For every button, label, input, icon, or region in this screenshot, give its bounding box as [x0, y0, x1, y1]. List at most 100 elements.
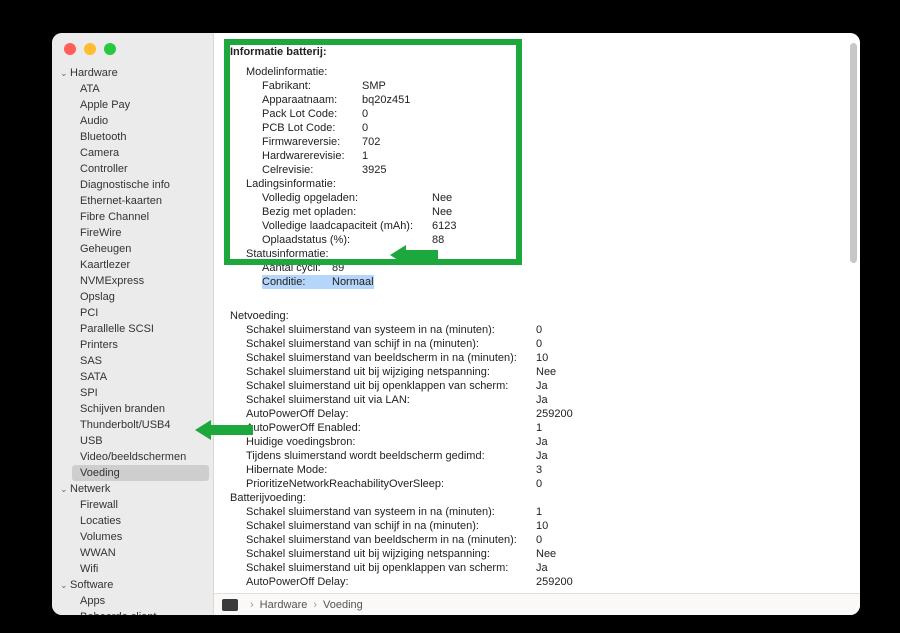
close-icon[interactable]: [64, 43, 76, 55]
sidebar-item-beheerde-client[interactable]: Beheerde client: [54, 609, 213, 615]
table-key: AutoPowerOff Delay:: [246, 407, 536, 421]
cycles-value: 89: [332, 261, 344, 275]
path-hardware[interactable]: Hardware: [260, 599, 308, 611]
table-key: Hibernate Mode:: [246, 463, 536, 477]
table-row: PCB Lot Code:0: [230, 121, 844, 135]
sidebar-section-netwerk[interactable]: ⌄Netwerk: [54, 481, 213, 497]
table-value: 6123: [432, 219, 456, 233]
sidebar: ⌄HardwareATAApple PayAudioBluetoothCamer…: [52, 33, 214, 615]
table-value: 3925: [362, 163, 386, 177]
sidebar-section-software[interactable]: ⌄Software: [54, 577, 213, 593]
sidebar-item-bluetooth[interactable]: Bluetooth: [54, 129, 213, 145]
table-value: 1: [536, 505, 542, 519]
table-row: Schakel sluimerstand van systeem in na (…: [230, 505, 844, 519]
table-row: Schakel sluimerstand uit bij wijziging n…: [230, 365, 844, 379]
table-key: AutoPowerOff Delay:: [246, 575, 536, 589]
scrollbar[interactable]: [850, 43, 857, 263]
sidebar-item-spi[interactable]: SPI: [54, 385, 213, 401]
table-value: 10: [536, 519, 548, 533]
table-value: 88: [432, 233, 444, 247]
battery-info-heading: Informatie batterij:: [230, 45, 844, 59]
sidebar-item-thunderbolt-usb4[interactable]: Thunderbolt/USB4: [54, 417, 213, 433]
sidebar-item-video-beeldschermen[interactable]: Video/beeldschermen: [54, 449, 213, 465]
table-key: Schakel sluimerstand van schijf in na (m…: [246, 519, 536, 533]
sidebar-section-hardware[interactable]: ⌄Hardware: [54, 65, 213, 81]
table-row: Celrevisie:3925: [230, 163, 844, 177]
table-row: Schakel sluimerstand van schijf in na (m…: [230, 519, 844, 533]
table-row: Firmwareversie:702: [230, 135, 844, 149]
sidebar-item-firewire[interactable]: FireWire: [54, 225, 213, 241]
device-icon: [222, 599, 238, 611]
path-sep-icon: ›: [250, 599, 254, 611]
sidebar-item-fibre-channel[interactable]: Fibre Channel: [54, 209, 213, 225]
table-row: Volledige laadcapaciteit (mAh):6123: [230, 219, 844, 233]
sidebar-item-apps[interactable]: Apps: [54, 593, 213, 609]
path-voeding[interactable]: Voeding: [323, 599, 363, 611]
sidebar-item-pci[interactable]: PCI: [54, 305, 213, 321]
table-value: bq20z451: [362, 93, 410, 107]
sidebar-item-kaartlezer[interactable]: Kaartlezer: [54, 257, 213, 273]
sidebar-item-nvmexpress[interactable]: NVMExpress: [54, 273, 213, 289]
table-key: PCB Lot Code:: [262, 121, 362, 135]
table-value: 0: [536, 477, 542, 491]
sidebar-item-camera[interactable]: Camera: [54, 145, 213, 161]
table-key: Tijdens sluimerstand wordt beeldscherm g…: [246, 449, 536, 463]
sidebar-item-apple-pay[interactable]: Apple Pay: [54, 97, 213, 113]
sidebar-item-audio[interactable]: Audio: [54, 113, 213, 129]
condition-value: Normaal: [332, 275, 374, 289]
window-controls: [64, 43, 116, 55]
condition-row: Conditie: Normaal: [230, 275, 844, 289]
chevron-down-icon: ⌄: [60, 66, 68, 80]
cycles-key: Aantal cycli:: [262, 261, 332, 275]
sidebar-item-parallelle-scsi[interactable]: Parallelle SCSI: [54, 321, 213, 337]
table-value: 259200: [536, 575, 573, 589]
minimize-icon[interactable]: [84, 43, 96, 55]
table-key: Hardwarerevisie:: [262, 149, 362, 163]
table-row: Pack Lot Code:0: [230, 107, 844, 121]
table-value: 1: [536, 421, 542, 435]
table-value: 259200: [536, 407, 573, 421]
table-key: Schakel sluimerstand van systeem in na (…: [246, 505, 536, 519]
table-key: Firmwareversie:: [262, 135, 362, 149]
table-key: Schakel sluimerstand van beeldscherm in …: [246, 533, 536, 547]
table-value: Ja: [536, 379, 548, 393]
table-value: Nee: [432, 191, 452, 205]
sidebar-item-printers[interactable]: Printers: [54, 337, 213, 353]
table-value: 10: [536, 351, 548, 365]
table-row: Schakel sluimerstand van beeldscherm in …: [230, 533, 844, 547]
sidebar-item-ata[interactable]: ATA: [54, 81, 213, 97]
sidebar-item-voeding[interactable]: Voeding: [72, 465, 209, 481]
table-key: PrioritizeNetworkReachabilityOverSleep:: [246, 477, 536, 491]
table-value: 702: [362, 135, 380, 149]
sidebar-item-controller[interactable]: Controller: [54, 161, 213, 177]
table-row: Tijdens sluimerstand wordt beeldscherm g…: [230, 449, 844, 463]
content-pane: Informatie batterij: Modelinformatie: Fa…: [214, 33, 860, 615]
sidebar-item-wwan[interactable]: WWAN: [54, 545, 213, 561]
table-row: Schakel sluimerstand van beeldscherm in …: [230, 351, 844, 365]
sidebar-item-wifi[interactable]: Wifi: [54, 561, 213, 577]
table-row: AutoPowerOff Delay:259200: [230, 575, 844, 589]
zoom-icon[interactable]: [104, 43, 116, 55]
sidebar-item-locaties[interactable]: Locaties: [54, 513, 213, 529]
table-row: Schakel sluimerstand van systeem in na (…: [230, 323, 844, 337]
table-key: Apparaatnaam:: [262, 93, 362, 107]
sidebar-item-firewall[interactable]: Firewall: [54, 497, 213, 513]
table-value: 0: [362, 107, 368, 121]
chevron-down-icon: ⌄: [60, 578, 68, 592]
sidebar-item-sata[interactable]: SATA: [54, 369, 213, 385]
table-value: 0: [536, 337, 542, 351]
table-row: Hardwarerevisie:1: [230, 149, 844, 163]
sidebar-item-sas[interactable]: SAS: [54, 353, 213, 369]
chevron-down-icon: ⌄: [60, 482, 68, 496]
sidebar-item-geheugen[interactable]: Geheugen: [54, 241, 213, 257]
table-row: AutoPowerOff Enabled:1: [230, 421, 844, 435]
sidebar-item-usb[interactable]: USB: [54, 433, 213, 449]
condition-key: Conditie:: [262, 275, 332, 289]
sidebar-item-volumes[interactable]: Volumes: [54, 529, 213, 545]
table-value: Ja: [536, 561, 548, 575]
sidebar-item-schijven-branden[interactable]: Schijven branden: [54, 401, 213, 417]
sidebar-item-opslag[interactable]: Opslag: [54, 289, 213, 305]
sidebar-item-diagnostische-info[interactable]: Diagnostische info: [54, 177, 213, 193]
table-value: 1: [362, 149, 368, 163]
sidebar-item-ethernet-kaarten[interactable]: Ethernet-kaarten: [54, 193, 213, 209]
